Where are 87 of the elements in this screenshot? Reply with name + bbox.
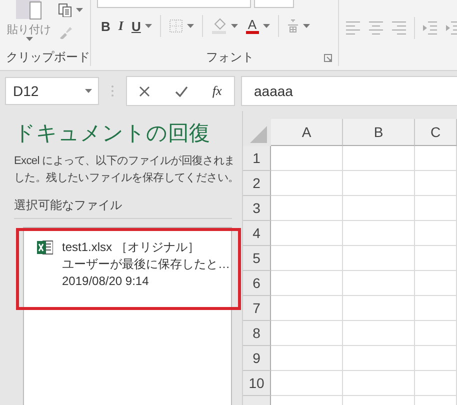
list-label: 選択可能なファイル — [14, 197, 232, 219]
row-header[interactable]: 4 — [243, 221, 271, 246]
row-header[interactable]: 5 — [243, 246, 271, 271]
file-item[interactable]: test1.xlsx ［オリジナル］ ユーザーが最後に保存したと… 2019/08/20 9:14 — [16, 228, 241, 310]
table-cell[interactable] — [343, 171, 415, 196]
insert-function-button[interactable]: fx — [212, 83, 222, 99]
increase-indent-icon[interactable] — [445, 20, 457, 36]
font-size-field[interactable] — [254, 0, 294, 8]
table-cell[interactable] — [415, 371, 457, 396]
caret-icon[interactable] — [302, 24, 310, 28]
column-header[interactable]: C — [415, 119, 457, 146]
paint-bucket-icon[interactable] — [210, 18, 227, 34]
group-label: クリップボード — [6, 49, 90, 66]
clipboard-icon[interactable] — [16, 0, 42, 20]
font-color-button[interactable]: A — [246, 18, 259, 34]
table-cell[interactable] — [415, 296, 457, 321]
close-icon[interactable] — [139, 86, 150, 96]
italic-button[interactable]: I — [118, 18, 124, 34]
caret-icon[interactable] — [186, 24, 194, 28]
file-status: ユーザーが最後に保存したと… — [62, 256, 230, 272]
cell-reference: D12 — [13, 83, 39, 99]
font-name-field[interactable] — [97, 0, 251, 8]
group-label: フォント — [206, 49, 254, 66]
file-time: 2019/08/20 9:14 — [62, 273, 150, 289]
align-left-icon[interactable] — [345, 20, 361, 36]
table-cell[interactable] — [343, 196, 415, 221]
decrease-indent-icon[interactable] — [422, 20, 438, 36]
align-center-icon[interactable] — [368, 20, 384, 36]
table-cell[interactable] — [343, 246, 415, 271]
launcher-icon[interactable] — [324, 54, 332, 62]
row-header[interactable]: 9 — [243, 346, 271, 371]
table-cell[interactable] — [271, 146, 343, 171]
phonetic-guide-icon[interactable] — [286, 19, 299, 34]
table-cell[interactable] — [271, 171, 343, 196]
column-header[interactable]: B — [343, 119, 415, 146]
table-cell[interactable] — [343, 371, 415, 396]
bold-button[interactable]: B — [101, 18, 110, 34]
pane-description: Excel によって、以下のファイルが回復されました。残したいファイルを保存してください。 — [14, 154, 240, 186]
table-cell[interactable] — [415, 346, 457, 371]
caret-icon[interactable] — [85, 89, 92, 93]
row-header[interactable]: 8 — [243, 321, 271, 346]
border-icon[interactable] — [168, 19, 183, 34]
table-cell[interactable] — [343, 221, 415, 246]
row-header[interactable]: 7 — [243, 296, 271, 321]
grip-icon — [111, 85, 114, 97]
table-cell[interactable] — [343, 321, 415, 346]
table-cell[interactable] — [343, 146, 415, 171]
table-cell[interactable] — [343, 346, 415, 371]
caret-icon[interactable] — [230, 24, 238, 28]
table-cell[interactable] — [271, 371, 343, 396]
copy-icon[interactable] — [58, 3, 72, 17]
row-header[interactable]: 3 — [243, 196, 271, 221]
table-cell[interactable] — [271, 296, 343, 321]
caret-icon[interactable] — [262, 24, 270, 28]
caret-icon[interactable] — [76, 8, 83, 12]
pane-title: ドキュメントの回復 — [14, 121, 211, 147]
underline-button[interactable]: U — [131, 18, 141, 34]
table-cell[interactable] — [343, 271, 415, 296]
row-header[interactable]: 2 — [243, 171, 271, 196]
table-cell[interactable] — [415, 221, 457, 246]
table-cell[interactable] — [343, 296, 415, 321]
table-cell[interactable] — [415, 171, 457, 196]
checkmark-icon[interactable] — [174, 86, 188, 96]
table-cell[interactable] — [271, 196, 343, 221]
row-header[interactable]: 10 — [243, 371, 271, 396]
table-cell[interactable] — [415, 196, 457, 221]
formula-field[interactable]: aaaaa — [241, 76, 457, 106]
caret-icon[interactable] — [144, 24, 152, 28]
caret-icon[interactable] — [26, 37, 32, 41]
file-name: test1.xlsx ［オリジナル］ — [62, 239, 200, 255]
table-cell[interactable] — [415, 246, 457, 271]
table-cell[interactable] — [415, 321, 457, 346]
select-all-corner-icon[interactable] — [243, 119, 272, 146]
spreadsheet-file-icon — [37, 240, 53, 255]
column-header[interactable]: A — [271, 119, 343, 146]
table-cell[interactable] — [415, 146, 457, 171]
table-cell[interactable] — [271, 321, 343, 346]
table-cell[interactable] — [271, 221, 343, 246]
brush-icon[interactable] — [58, 25, 72, 39]
name-box[interactable]: D12 — [5, 77, 99, 105]
table-cell[interactable] — [415, 271, 457, 296]
table-cell[interactable] — [271, 271, 343, 296]
table-cell[interactable] — [271, 246, 343, 271]
table-cell[interactable] — [271, 346, 343, 371]
align-right-icon[interactable] — [391, 20, 407, 36]
row-header[interactable]: 6 — [243, 271, 271, 296]
row-header[interactable]: 1 — [243, 146, 271, 171]
